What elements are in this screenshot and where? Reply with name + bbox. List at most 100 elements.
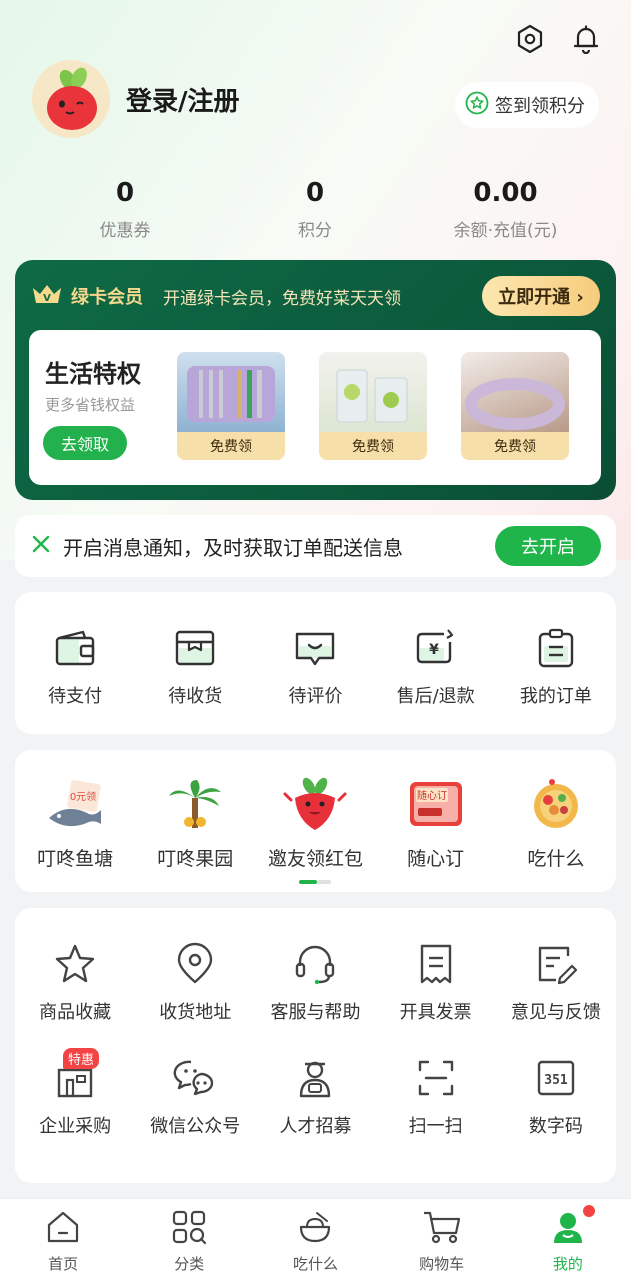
login-register-link[interactable]: 登录/注册 (126, 81, 240, 118)
stat-balance[interactable]: 0.00 余额·充值(元) (380, 178, 631, 241)
service-label: 收货地址 (159, 1002, 232, 1023)
feedback-icon (496, 940, 616, 988)
service-label: 扫一扫 (408, 1116, 463, 1137)
tab-label: 吃什么 (292, 1255, 338, 1273)
service-favorites[interactable]: 商品收藏 (15, 940, 135, 1024)
star-badge-icon (465, 91, 489, 120)
service-feedback[interactable]: 意见与反馈 (496, 940, 616, 1024)
promo-subscription[interactable]: 随心订 随心订 (376, 774, 496, 871)
svg-text:¥: ¥ (429, 642, 439, 658)
wechat-icon (135, 1054, 255, 1102)
refund-icon: ¥ (376, 624, 496, 672)
promos-card: 0元领 叮咚鱼塘 叮咚果园 邀友领红包 随心订 随心订 吃什么 (15, 750, 616, 892)
top-icon-bar (513, 22, 603, 56)
vip-open-button[interactable]: 立即开通 › (482, 276, 600, 316)
avatar[interactable] (32, 60, 110, 138)
order-pending-receipt[interactable]: 待收货 (135, 624, 255, 708)
close-icon[interactable] (31, 534, 51, 558)
bowl-icon (297, 1212, 333, 1249)
location-icon (135, 940, 255, 988)
order-label: 待支付 (48, 686, 103, 707)
crown-icon: V (31, 282, 63, 310)
claim-button[interactable]: 去领取 (43, 426, 127, 460)
category-icon (171, 1210, 207, 1249)
indicator-active (299, 880, 317, 884)
stat-coupons[interactable]: 0 优惠券 (0, 178, 250, 241)
promo-label: 邀友领红包 (267, 848, 363, 870)
fish-pond-icon: 0元领 (15, 774, 135, 834)
svg-text:V: V (43, 293, 51, 304)
wallet-icon (15, 624, 135, 672)
headset-icon (255, 940, 375, 988)
perk-item[interactable]: 免费领 (319, 352, 427, 460)
tab-label: 分类 (174, 1255, 205, 1273)
bell-icon[interactable] (569, 22, 603, 56)
life-perks-panel: 生活特权 更多省钱权益 去领取 免费领 免费领 免费领 (29, 330, 601, 485)
home-icon (45, 1211, 81, 1249)
perk-tag: 免费领 (177, 432, 285, 460)
tab-category[interactable]: 分类 (126, 1199, 252, 1280)
tab-cart[interactable]: 购物车 (379, 1199, 505, 1280)
service-label: 企业采购 (39, 1116, 112, 1137)
enable-notifications-button[interactable]: 去开启 (495, 526, 601, 566)
box-icon (135, 624, 255, 672)
signin-points-button[interactable]: 签到领积分 (455, 82, 599, 128)
promo-label: 叮咚果园 (157, 848, 234, 870)
promo-what-to-eat[interactable]: 吃什么 (496, 774, 616, 871)
service-enterprise[interactable]: 特惠 企业采购 (15, 1048, 135, 1138)
life-perks-title: 生活特权 (45, 360, 141, 388)
jade-bangle-image (461, 352, 569, 432)
life-perks-subtitle: 更多省钱权益 (45, 396, 136, 414)
glass-cups-image (319, 352, 427, 432)
scan-icon (376, 1054, 496, 1102)
promo-invite-friends[interactable]: 邀友领红包 (255, 774, 375, 871)
order-after-sales[interactable]: ¥ 售后/退款 (376, 624, 496, 708)
service-wechat[interactable]: 微信公众号 (135, 1054, 255, 1138)
service-invoice[interactable]: 开具发票 (376, 940, 496, 1024)
profile-header[interactable]: 登录/注册 (32, 60, 240, 138)
service-scan[interactable]: 扫一扫 (376, 1054, 496, 1138)
service-address[interactable]: 收货地址 (135, 940, 255, 1024)
service-label: 开具发票 (399, 1002, 472, 1023)
service-label: 人才招募 (279, 1116, 352, 1137)
stat-points[interactable]: 0 积分 (250, 178, 380, 241)
stat-label: 优惠券 (99, 221, 151, 241)
svg-text:0元领: 0元领 (70, 790, 96, 803)
radish-mascot-icon (255, 774, 375, 834)
service-label: 数字码 (528, 1116, 583, 1137)
order-pending-review[interactable]: 待评价 (255, 624, 375, 708)
stat-value: 0.00 (473, 178, 538, 208)
promo-label: 随心订 (407, 848, 465, 870)
perk-tag: 免费领 (461, 432, 569, 460)
tab-profile[interactable]: 我的 (505, 1199, 631, 1280)
svg-text:351: 351 (544, 1073, 568, 1088)
tab-home[interactable]: 首页 (0, 1199, 126, 1280)
food-bowl-icon (496, 774, 616, 834)
order-pending-payment[interactable]: 待支付 (15, 624, 135, 708)
promo-fish-pond[interactable]: 0元领 叮咚鱼塘 (15, 774, 135, 871)
service-label: 微信公众号 (150, 1116, 241, 1137)
indicator-inactive (317, 880, 331, 884)
comment-icon (255, 624, 375, 672)
subscription-card-icon: 随心订 (376, 774, 496, 834)
unread-dot (582, 1205, 595, 1217)
promo-orchard[interactable]: 叮咚果园 (135, 774, 255, 871)
vip-title: 绿卡会员 (71, 287, 143, 308)
service-digit-code[interactable]: 351 数字码 (496, 1054, 616, 1138)
digit-code-icon: 351 (496, 1054, 616, 1102)
notification-banner: 开启消息通知，及时获取订单配送信息 去开启 (15, 515, 616, 577)
stat-value: 0 (115, 178, 135, 208)
service-label: 意见与反馈 (510, 1002, 601, 1023)
service-recruit[interactable]: 人才招募 (255, 1054, 375, 1138)
settings-hex-icon[interactable] (513, 22, 547, 56)
my-orders[interactable]: 我的订单 (496, 624, 616, 708)
services-card: 商品收藏 收货地址 客服与帮助 开具发票 意见与反馈 特惠 企业采购 微信公众号… (15, 908, 616, 1183)
order-label: 待收货 (168, 686, 223, 707)
order-label: 售后/退款 (396, 686, 475, 707)
perk-item[interactable]: 免费领 (177, 352, 285, 460)
tab-what-to-eat[interactable]: 吃什么 (252, 1199, 378, 1280)
promo-label: 吃什么 (527, 848, 585, 870)
service-support[interactable]: 客服与帮助 (255, 940, 375, 1024)
perk-item[interactable]: 免费领 (461, 352, 569, 460)
carousel-indicator (299, 880, 331, 884)
